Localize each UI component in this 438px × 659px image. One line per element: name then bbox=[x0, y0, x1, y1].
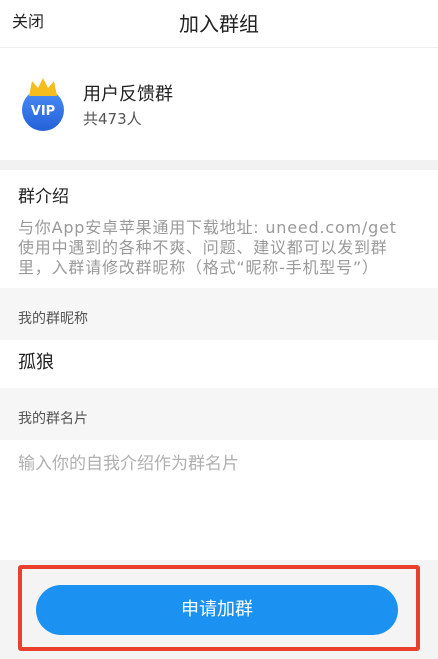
nickname-label-row: 我的群昵称 bbox=[0, 288, 438, 340]
vip-badge-text: VIP bbox=[31, 104, 55, 119]
member-count: 共473人 bbox=[83, 110, 142, 128]
group-name: 用户反馈群 bbox=[83, 84, 173, 105]
intro-title: 群介绍 bbox=[18, 187, 69, 207]
footer-bar: 申请加群 bbox=[0, 560, 438, 659]
apply-join-button[interactable]: 申请加群 bbox=[36, 585, 398, 635]
vip-crown-icon: VIP bbox=[22, 78, 64, 131]
card-placeholder: 输入你的自我介绍作为群名片 bbox=[18, 454, 239, 474]
group-card: VIP 用户反馈群 共473人 bbox=[0, 48, 438, 160]
group-intro: 群介绍 与你App安卓苹果通用下载地址: uneed.com/get 使用中遇到… bbox=[0, 170, 438, 288]
top-bar: 关闭 加入群组 bbox=[0, 0, 438, 48]
card-label-row: 我的群名片 bbox=[0, 388, 438, 440]
intro-description: 与你App安卓苹果通用下载地址: uneed.com/get 使用中遇到的各种不… bbox=[18, 218, 397, 277]
card-label: 我的群名片 bbox=[18, 411, 88, 427]
nickname-value[interactable]: 孤狼 bbox=[18, 351, 54, 375]
crown-shape bbox=[29, 78, 57, 96]
nickname-field[interactable]: 孤狼 bbox=[0, 340, 438, 388]
join-group-page: 关闭 加入群组 VIP 用户反馈群 共473人 群介绍 与你App安卓苹果通用下… bbox=[0, 0, 438, 659]
nickname-label: 我的群昵称 bbox=[18, 311, 88, 327]
group-card-input[interactable]: 输入你的自我介绍作为群名片 bbox=[0, 440, 438, 560]
section-divider bbox=[0, 160, 438, 170]
page-title: 加入群组 bbox=[179, 12, 259, 36]
